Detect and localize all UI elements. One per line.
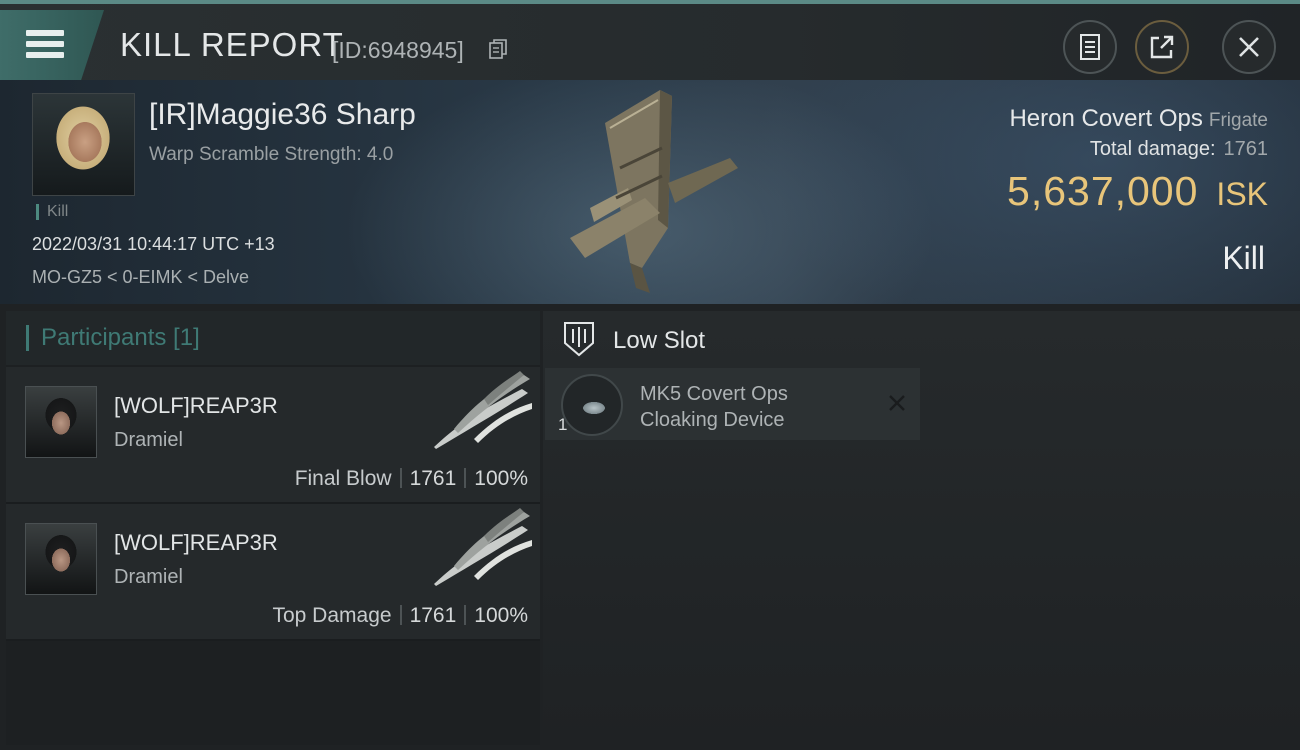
ship-info-line: Heron Covert Ops Frigate <box>1009 105 1268 133</box>
kill-result: Kill <box>1222 240 1265 276</box>
participant-role: Final Blow <box>294 467 392 490</box>
victim-ship-image[interactable] <box>550 88 750 298</box>
header-bar: KILL REPORT [ID:6948945] <box>0 4 1300 80</box>
participant-damage: 1761 <box>409 604 457 627</box>
participant-role: Top Damage <box>272 604 392 627</box>
menu-button[interactable] <box>0 10 104 80</box>
report-icon <box>1080 34 1100 60</box>
participant-percent: 100% <box>474 604 528 627</box>
isk-line: 5,637,000 ISK <box>1007 168 1268 215</box>
report-button[interactable] <box>1063 20 1117 74</box>
isk-value: 5,637,000 <box>1007 168 1199 214</box>
participants-title: Participants [1] <box>26 325 200 351</box>
participant-ship: Dramiel <box>114 566 183 588</box>
module-quantity: 1 <box>558 415 568 434</box>
total-damage-label: Total damage: <box>1089 138 1216 160</box>
module-name: MK5 Covert Ops Cloaking Device <box>640 381 840 433</box>
participant-name[interactable]: [WOLF]REAP3R <box>114 393 278 419</box>
participant-avatar[interactable] <box>25 523 97 595</box>
isk-unit: ISK <box>1216 176 1268 212</box>
low-slot-icon <box>564 322 594 357</box>
copy-icon[interactable] <box>489 39 507 59</box>
module-item[interactable]: 1 MK5 Covert Ops Cloaking Device <box>545 368 920 440</box>
participant-name[interactable]: [WOLF]REAP3R <box>114 530 278 556</box>
kill-summary-banner: [IR]Maggie36 Sharp Warp Scramble Strengt… <box>0 80 1300 304</box>
cloaking-device-icon[interactable] <box>561 374 623 436</box>
total-damage-value: 1761 <box>1223 138 1269 160</box>
participant-stats: Final Blow 1761 100% <box>295 467 528 491</box>
participants-panel: Participants [1] [WOLF]REAP3R Dramiel Fi… <box>6 311 540 745</box>
close-button[interactable] <box>1222 20 1276 74</box>
victim-portrait[interactable] <box>32 93 135 196</box>
module-name-line2: Cloaking Device <box>640 409 785 431</box>
warp-scramble-strength: Warp Scramble Strength: 4.0 <box>149 144 394 165</box>
participant-avatar[interactable] <box>25 386 97 458</box>
participants-header: Participants [1] <box>6 311 540 365</box>
participant-row[interactable]: [WOLF]REAP3R Dramiel Top Damage 1761 100% <box>6 504 540 641</box>
participant-percent: 100% <box>474 467 528 490</box>
kill-datetime: 2022/03/31 10:44:17 UTC +13 <box>32 234 275 254</box>
total-damage-line: Total damage: 1761 <box>1090 138 1268 161</box>
participant-stats: Top Damage 1761 100% <box>272 604 528 628</box>
fitting-panel: Low Slot 1 MK5 Covert Ops Cloaking Devic… <box>543 311 1300 745</box>
module-name-line1: MK5 Covert Ops <box>640 383 788 405</box>
participant-ship-icon[interactable] <box>424 369 534 449</box>
participant-row[interactable]: [WOLF]REAP3R Dramiel Final Blow 1761 100% <box>6 367 540 504</box>
participant-damage: 1761 <box>409 467 457 490</box>
victim-ship-name[interactable]: Heron Covert Ops <box>1009 105 1202 132</box>
kill-location[interactable]: MO-GZ5 < 0-EIMK < Delve <box>32 267 249 288</box>
kill-tag: Kill <box>36 204 68 220</box>
page-title: KILL REPORT <box>120 26 344 63</box>
close-icon <box>1239 37 1259 57</box>
participant-ship: Dramiel <box>114 429 183 451</box>
share-button[interactable] <box>1135 20 1189 74</box>
share-icon <box>1150 35 1174 59</box>
menu-icon <box>26 30 64 60</box>
report-id: [ID:6948945] <box>332 37 464 63</box>
victim-pilot-name[interactable]: [IR]Maggie36 Sharp <box>149 98 416 132</box>
participant-ship-icon[interactable] <box>424 506 534 586</box>
remove-icon[interactable] <box>888 394 906 412</box>
victim-ship-class: Frigate <box>1208 110 1268 131</box>
low-slot-title: Low Slot <box>613 327 706 354</box>
